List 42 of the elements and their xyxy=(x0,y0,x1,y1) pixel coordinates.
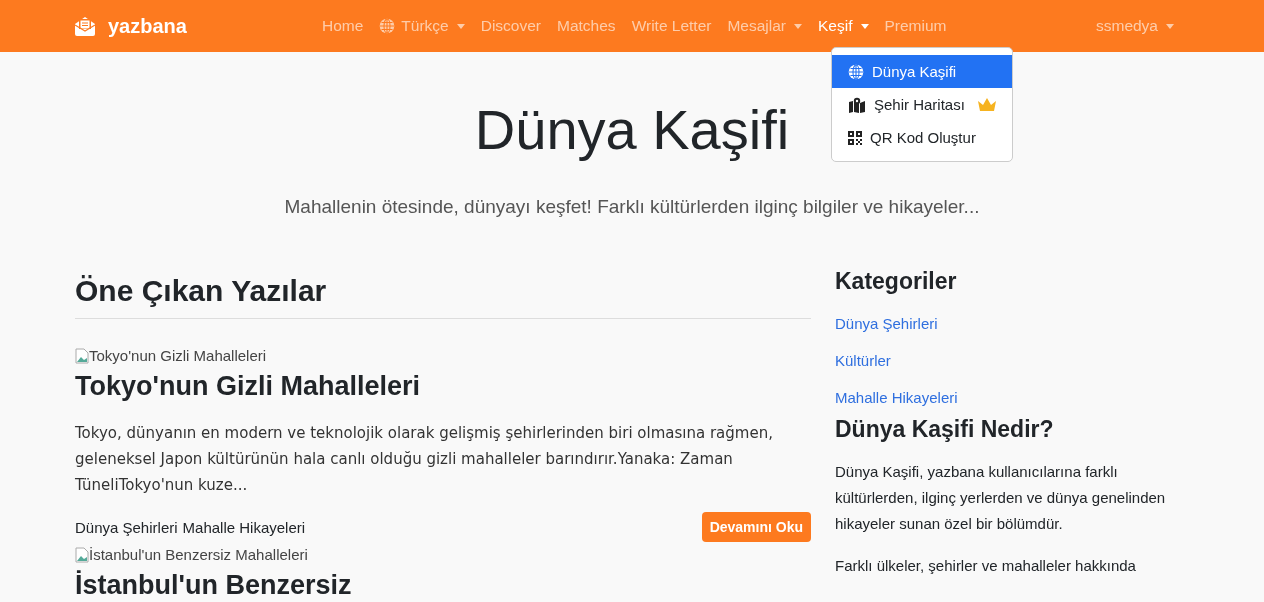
broken-image-icon xyxy=(75,546,89,563)
nav-link[interactable]: Discover xyxy=(472,9,550,43)
post-excerpt: Tokyo, dünyanın en modern ve teknolojik olarak gelişmiş şehirlerinden biri olmasına rağmen, geleneksel Japon kültürünün hala canlı olduğu gizli mahalleler barındırır.Yanaka: Zaman TüneliTokyo'nun kuze... xyxy=(75,423,774,496)
post-tag: Dünya Şehirleri xyxy=(75,518,178,536)
page-subtitle: Mahallenin ötesinde, dünyayı keşfet! Farklı kültürlerden ilginç bilgiler ve hikayeler... xyxy=(284,196,980,218)
crown-icon xyxy=(976,97,997,112)
category-link[interactable]: Mahalle Hikayeleri xyxy=(835,389,958,406)
menu-item[interactable]: QR Kod Oluştur xyxy=(832,121,1012,154)
caret-icon xyxy=(1166,23,1174,29)
nav-link[interactable]: Premium xyxy=(876,9,955,43)
broken-image-icon xyxy=(75,347,89,364)
category-link[interactable]: Kültürler xyxy=(835,352,891,369)
section-heading: Öne Çıkan Yazılar xyxy=(75,274,811,319)
sidebar-paragraph: Dünya Kaşifi, yazbana kullanıcılarına farklı kültürlerden, ilginç yerlerden ve dünya genelinden hikayeler sunan özel bir bölümdür. xyxy=(835,462,1167,534)
category-link[interactable]: Dünya Şehirleri xyxy=(835,315,938,332)
sidebar-heading: Kategoriler xyxy=(835,268,958,295)
post-title[interactable]: İstanbul'un Benzersiz xyxy=(75,567,811,602)
nav-link[interactable]: Matches xyxy=(549,9,624,43)
map-pin-icon xyxy=(848,96,866,113)
post-tag: Mahalle Hikayeleri xyxy=(182,518,306,536)
qr-code-icon xyxy=(848,130,862,145)
page-title: Dünya Kaşifi xyxy=(474,97,790,163)
read-more-button[interactable]: Devamını Oku xyxy=(701,512,811,542)
image-alt-text: Tokyo'nun Gizli Mahalleleri xyxy=(89,347,267,364)
sidebar-heading: Dünya Kaşifi Nedir? xyxy=(835,416,1055,443)
caret-icon xyxy=(456,23,465,29)
menu-item[interactable]: Şehir Haritası xyxy=(832,88,1012,121)
menu-item[interactable]: Dünya Kaşifi xyxy=(832,55,1012,88)
sidebar-paragraph: Farklı ülkeler, şehirler ve mahalleler hakkında xyxy=(835,556,1137,576)
nav-link[interactable]: Mesajlar xyxy=(719,9,811,43)
caret-icon xyxy=(860,23,869,29)
globe-icon xyxy=(848,63,864,80)
nav-link[interactable]: Write Letter xyxy=(623,9,720,43)
nav-link[interactable]: Home xyxy=(314,9,372,43)
caret-icon xyxy=(794,23,803,29)
brand-logo[interactable]: yazbana xyxy=(74,14,314,38)
nav-link[interactable]: Türkçe xyxy=(371,9,473,43)
post-title[interactable]: Tokyo'nun Gizli Mahalleleri xyxy=(75,368,811,404)
image-alt-text: İstanbul'un Benzersiz Mahalleleri xyxy=(89,546,308,563)
globe-icon xyxy=(379,18,396,34)
user-menu[interactable]: ssmedya xyxy=(1087,9,1182,43)
nav-link[interactable]: Keşif xyxy=(810,9,877,43)
